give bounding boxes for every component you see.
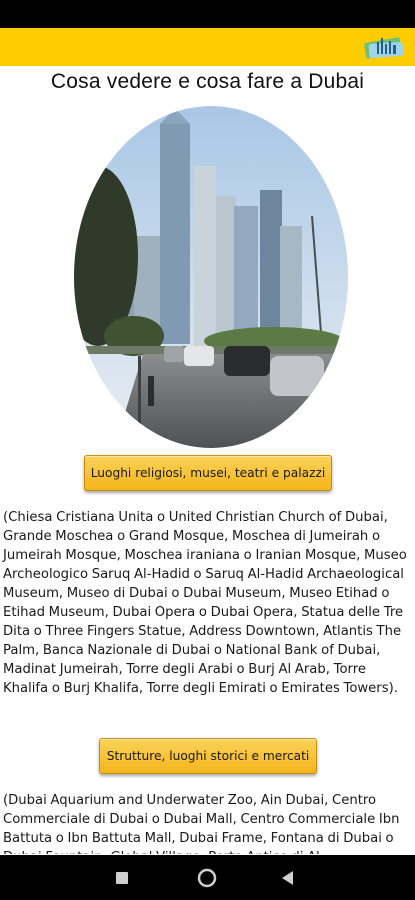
dubai-marina-photo — [74, 106, 348, 448]
app-bar — [0, 28, 415, 66]
historic-places-text: (Dubai Aquarium and Underwater Zoo, Ain … — [3, 793, 400, 854]
status-bar — [0, 0, 415, 28]
triangle-back-icon[interactable] — [258, 855, 318, 900]
dubai-skyline-logo-icon[interactable] — [363, 34, 407, 60]
religious-places-button[interactable]: Luoghi religiosi, musei, teatri e palazz… — [84, 455, 332, 491]
navigation-bar — [0, 855, 415, 900]
religious-places-text: (Chiesa Cristiana Unita o United Christi… — [3, 510, 407, 696]
square-recents-icon[interactable] — [92, 855, 152, 900]
historic-places-button[interactable]: Strutture, luoghi storici e mercati — [99, 738, 317, 774]
circle-home-icon[interactable] — [177, 855, 237, 900]
page-title: Cosa vedere e cosa fare a Dubai — [50, 70, 365, 93]
